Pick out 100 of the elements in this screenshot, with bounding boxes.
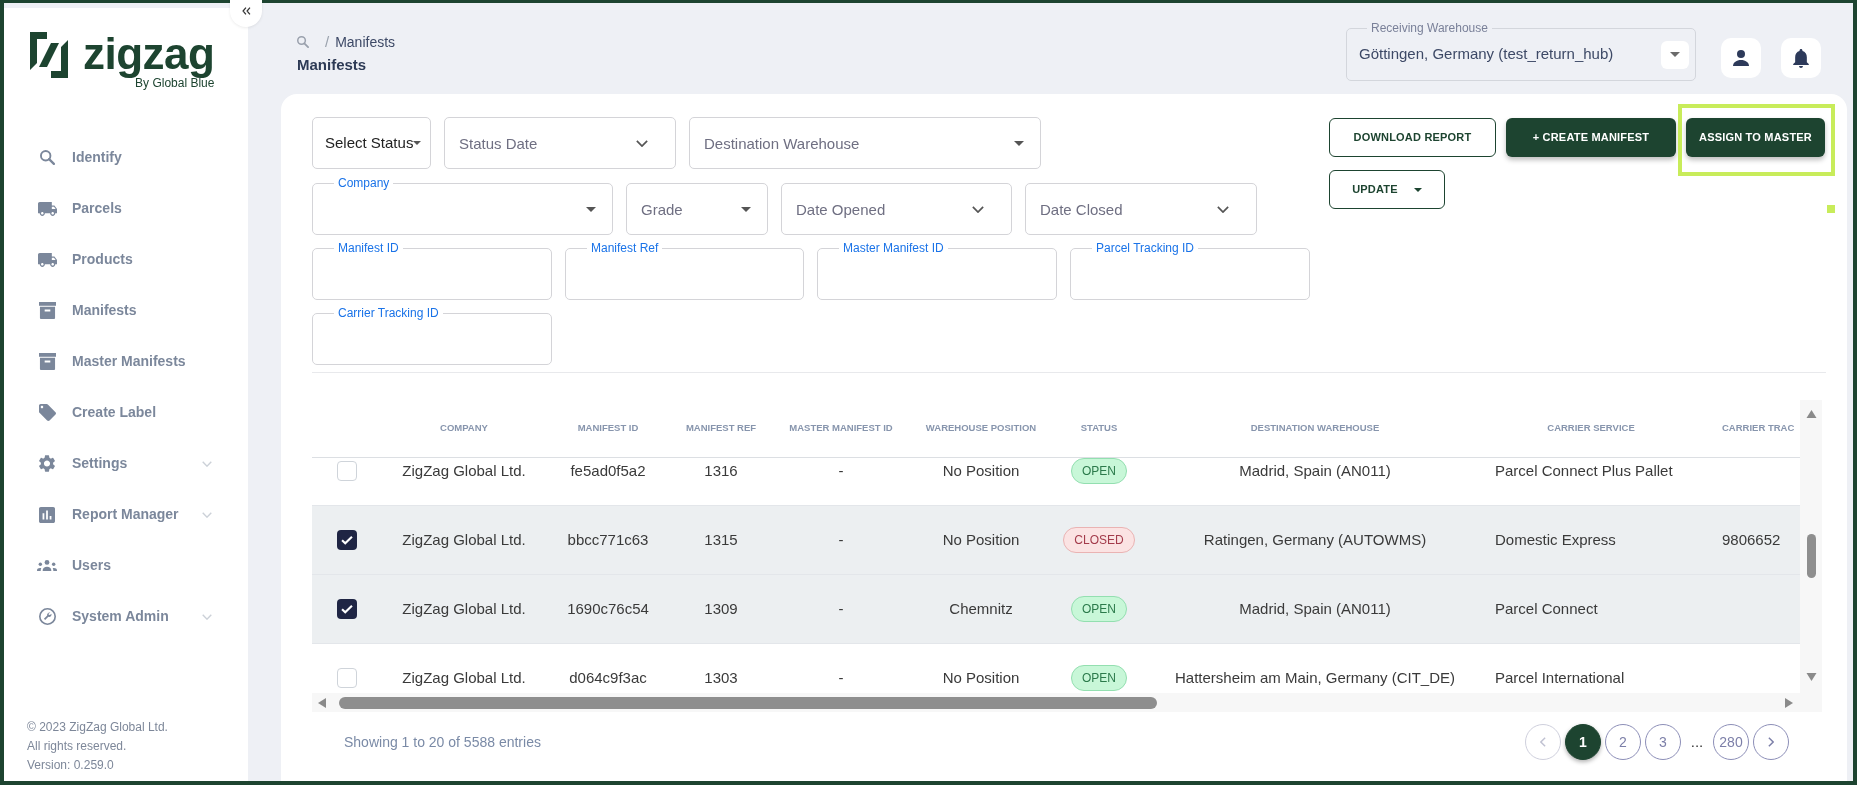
table-cell: 1303 [704,669,738,687]
nav-item[interactable]: Users [37,555,212,576]
check-icon [341,604,353,614]
nav-item[interactable]: Parcels [37,198,212,219]
dropdown-button[interactable] [1661,40,1689,69]
date-field[interactable]: Status Date [444,117,676,169]
arrow-left-icon[interactable] [318,697,326,708]
chevron-down-icon [636,140,648,147]
logo-icon [30,32,68,78]
column-header: STATUS [1080,421,1118,436]
vertical-scrollbar[interactable] [1800,400,1822,712]
warehouse-select[interactable]: Receiving Warehouse Göttingen, Germany (test_return_hub) [1346,21,1696,81]
footer-text: © 2023 ZigZag Global Ltd. [27,719,168,736]
text-field[interactable]: Parcel Tracking ID [1070,241,1310,300]
archive-box-icon [38,353,56,370]
checkbox[interactable] [337,668,357,688]
gear-icon [39,455,55,472]
update-button[interactable]: UPDATE [1329,170,1445,209]
table-cell: bbcc771c63 [567,531,649,549]
square-marker-icon [1827,205,1835,213]
chevron-left-icon [1540,737,1546,747]
status-badge: OPEN [1071,596,1127,622]
page-button[interactable]: 1 [1565,724,1601,760]
search-icon[interactable] [297,36,309,48]
table-cell: No Position [942,462,1020,480]
arrow-up-icon[interactable] [1805,410,1817,418]
nav-item[interactable]: Settings [37,453,212,474]
table-cell: Domestic Express [1495,531,1616,549]
table-cell: Chemnitz [949,600,1013,618]
scrollbar-thumb[interactable] [1806,534,1816,578]
nav-item[interactable]: Identify [37,147,212,168]
status-badge: CLOSED [1063,527,1135,553]
table-cell: 1316 [704,462,738,480]
notifications-button[interactable] [1781,38,1821,78]
table-row[interactable]: ZigZag Global Ltd. bbcc771c63 1315 - No Position CLOSED Ratingen, Germany (AUTOWMS) Domestic Express 9806652 [312,506,1800,575]
text-field[interactable]: Master Manifest ID [817,241,1057,300]
arrow-down-icon[interactable] [1805,673,1817,681]
horizontal-scrollbar[interactable] [312,693,1800,712]
nav-item[interactable]: System Admin [37,606,212,627]
text-field[interactable]: Manifest ID [312,241,552,300]
user-button[interactable] [1721,38,1761,78]
assign-to-master-button[interactable]: ASSIGN TO MASTER [1686,118,1825,157]
nav-item[interactable]: Master Manifests [37,351,212,372]
column-header: COMPANY [440,421,488,436]
caret-down-icon [586,206,596,212]
table-cell: - [838,462,844,480]
nav-item[interactable]: Create Label [37,402,212,423]
table-cell: Parcel Connect Plus Pallet [1495,462,1673,480]
chevron-down-icon [1217,206,1229,213]
date-field[interactable]: Date Opened [781,183,1012,235]
table-cell: fe5ad0f5a2 [570,462,646,480]
status-dropdown[interactable]: Select Status [312,117,431,169]
table-cell: No Position [942,669,1020,687]
pagination-ellipsis: ... [1689,731,1705,752]
tag-icon [38,404,56,421]
table-row[interactable]: ZigZag Global Ltd. 1690c76c54 1309 - Chemnitz OPEN Madrid, Spain (AN011) Parcel Connect [312,575,1800,644]
table-cell: ZigZag Global Ltd. [402,462,526,480]
select-field[interactable]: Destination Warehouse [689,117,1041,169]
column-header: MANIFEST REF [685,421,757,436]
date-field[interactable]: Date Closed [1025,183,1257,235]
footer-text: Version: 0.259.0 [27,757,114,774]
bar-chart-icon [39,506,55,523]
text-field[interactable]: Carrier Tracking ID [312,306,552,365]
create-manifest-button[interactable]: + CREATE MANIFEST [1506,118,1676,157]
table-cell: ZigZag Global Ltd. [402,531,526,549]
table-cell: Hattersheim am Main, Germany (CIT_DE) [1174,669,1456,687]
checkbox[interactable] [337,599,357,619]
table-cell: Ratingen, Germany (AUTOWMS) [1203,531,1427,549]
chevron-right-icon [1768,737,1774,747]
select-field[interactable]: Grade [626,183,768,235]
status-badge: OPEN [1071,458,1127,484]
checkbox[interactable] [337,530,357,550]
bell-icon [1793,48,1809,68]
person-icon [1733,50,1749,66]
scrollbar-thumb[interactable] [339,696,1157,709]
wrench-icon [38,608,56,625]
checkbox[interactable] [337,461,357,481]
nav-item[interactable]: Products [37,249,212,270]
column-header: MANIFEST ID [577,421,639,436]
select-field[interactable]: Company [312,176,613,235]
chevron-down-icon [972,206,984,213]
check-icon [341,535,353,545]
people-icon [37,560,57,571]
column-header: CARRIER SERVICE [1547,421,1635,436]
download-report-button[interactable]: DOWNLOAD REPORT [1329,118,1496,157]
column-header: CARRIER TRAC [1722,421,1795,436]
nav-item[interactable]: Report Manager [37,504,212,525]
logo-wordmark: zigzag [83,32,215,76]
breadcrumb-item[interactable]: Manifests [335,31,396,53]
nav-item[interactable]: Manifests [37,300,212,321]
arrow-right-icon[interactable] [1785,697,1793,708]
text-field[interactable]: Manifest Ref [565,241,804,300]
table-cell: 9806652 [1722,531,1781,549]
table-cell: 1690c76c54 [567,600,649,618]
table-cell: d064c9f3ac [569,669,647,687]
table-cell: - [838,531,844,549]
table-cell: 1309 [704,600,738,618]
archive-box-icon [38,302,56,319]
table-cell: - [838,669,844,687]
table-cell: Madrid, Spain (AN011) [1239,462,1391,480]
